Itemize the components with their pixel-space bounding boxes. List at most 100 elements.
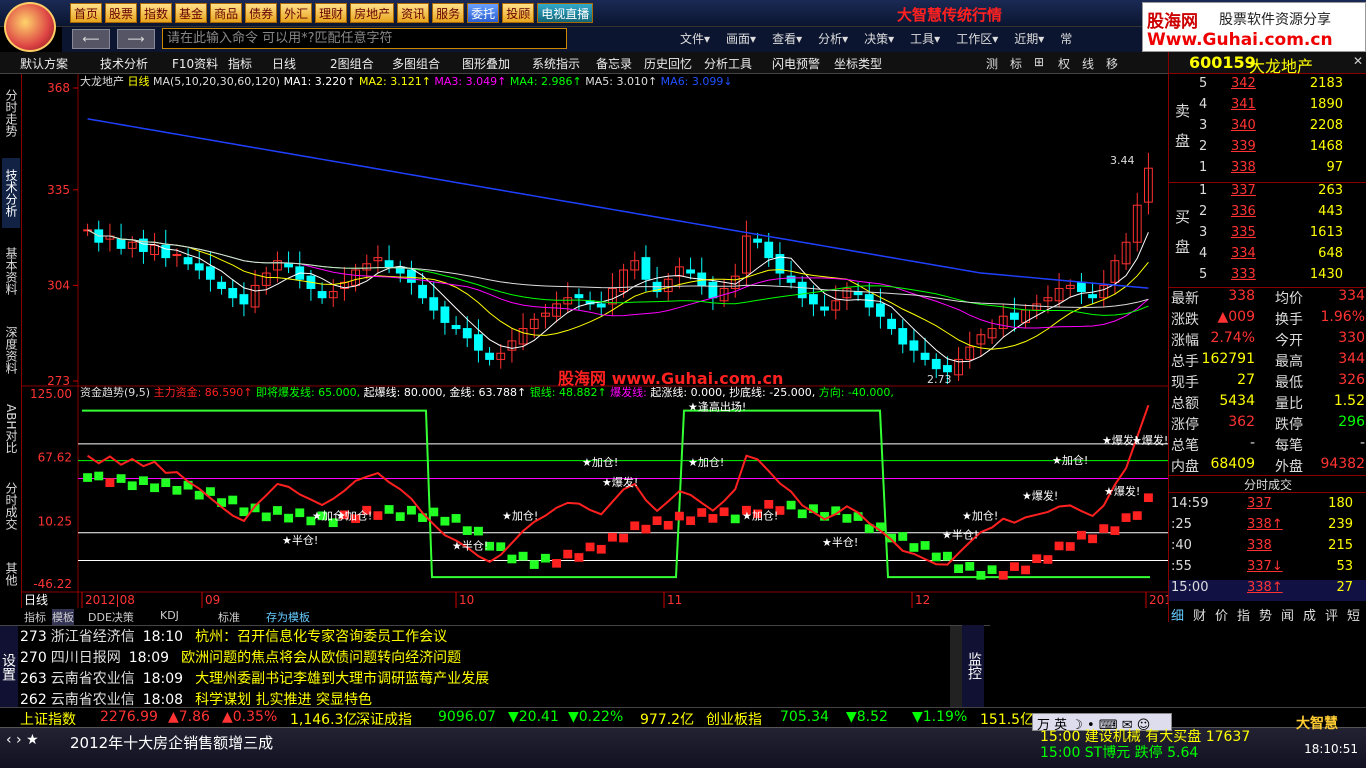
bottom-tab-1[interactable]: 模板: [52, 609, 74, 625]
menu-item-0[interactable]: 首页: [70, 3, 103, 23]
back-button[interactable]: ⟵: [72, 29, 110, 49]
tick-row[interactable]: :55 337↓ 53: [1169, 559, 1366, 580]
toolbar-13[interactable]: 坐标类型: [834, 55, 882, 72]
bottom-tab-3[interactable]: KDJ: [160, 609, 179, 622]
menu-item-13[interactable]: 电视直播: [537, 3, 594, 23]
menu-item-11[interactable]: 委托: [467, 3, 500, 23]
top-menu-6[interactable]: 工作区▾: [956, 30, 998, 47]
left-tab-0[interactable]: 分时走势: [2, 78, 20, 148]
menu-item-10[interactable]: 服务: [432, 3, 465, 23]
tick-row[interactable]: :40 338 215: [1169, 538, 1366, 559]
menu-item-7[interactable]: 理财: [315, 3, 348, 23]
headline-text[interactable]: 2012年十大房企销售额增三成: [70, 732, 273, 753]
left-tab-2[interactable]: 基本资料: [2, 232, 20, 310]
ticker-item[interactable]: ▼8.52: [846, 709, 888, 725]
tick-row[interactable]: 14:59 337 180: [1169, 496, 1366, 517]
menu-item-1[interactable]: 股票: [105, 3, 138, 23]
top-menu-7[interactable]: 近期▾: [1014, 30, 1044, 47]
ticker-item[interactable]: ▼1.19%: [912, 709, 967, 725]
ticker-item[interactable]: ▼20.41: [508, 709, 559, 725]
close-icon[interactable]: ✕: [1353, 54, 1363, 68]
ticker-item[interactable]: 2276.99: [100, 709, 158, 725]
ticker-item[interactable]: 705.34: [780, 709, 829, 725]
app-logo[interactable]: [4, 2, 56, 52]
top-menu-4[interactable]: 决策▾: [864, 30, 894, 47]
alert-2[interactable]: 15:00 ST博元 跌停 5.64: [1040, 742, 1198, 762]
toolbar-6[interactable]: 多图组合: [392, 55, 440, 72]
right-tab-7[interactable]: 评: [1325, 605, 1338, 624]
left-tab-4[interactable]: ABH对比: [2, 392, 20, 466]
toolbar-right-3[interactable]: 权: [1058, 55, 1070, 72]
toolbar-2[interactable]: F10资料: [172, 55, 218, 72]
right-tab-0[interactable]: 细: [1171, 605, 1184, 624]
right-tab-4[interactable]: 势: [1259, 605, 1272, 624]
menu-item-5[interactable]: 债券: [245, 3, 278, 23]
menu-item-9[interactable]: 资讯: [397, 3, 430, 23]
top-menu-2[interactable]: 查看▾: [772, 30, 802, 47]
ask-row[interactable]: 3 340 2208: [1169, 118, 1366, 139]
left-tab-6[interactable]: 其他: [2, 546, 20, 602]
ask-row[interactable]: 5 342 2183: [1169, 76, 1366, 97]
left-tab-1[interactable]: 技术分析: [2, 158, 20, 228]
right-tab-1[interactable]: 财: [1193, 605, 1206, 624]
bottom-tab-2[interactable]: DDE决策: [88, 609, 134, 625]
ticker-item[interactable]: ▼0.22%: [568, 709, 623, 725]
command-input[interactable]: 请在此输入命令 可以用*?匹配任意字符: [162, 28, 567, 49]
toolbar-12[interactable]: 闪电预警: [772, 55, 820, 72]
toolbar-right-0[interactable]: 测: [986, 55, 998, 72]
news-item[interactable]: 273 浙江省经济信 18:10 杭州：召开信息化专家咨询委员工作会议: [20, 626, 447, 646]
ticker-item[interactable]: 1,146.3亿: [290, 709, 357, 729]
toolbar-0[interactable]: 默认方案: [20, 55, 68, 72]
menu-item-3[interactable]: 基金: [175, 3, 208, 23]
menu-item-12[interactable]: 投顾: [502, 3, 535, 23]
ticker-item[interactable]: 上证指数: [20, 709, 76, 729]
ticker-item[interactable]: 151.5亿: [980, 709, 1034, 729]
ask-row[interactable]: 1 338 97: [1169, 160, 1366, 181]
toolbar-4[interactable]: 日线: [272, 55, 296, 72]
bid-row[interactable]: 4 334 648: [1169, 246, 1366, 267]
left-tab-3[interactable]: 深度资料: [2, 314, 20, 386]
left-tab-5[interactable]: 分时成交: [2, 472, 20, 540]
news-item[interactable]: 262 云南省农业信 18:08 科学谋划 扎实推进 突显特色: [20, 689, 372, 709]
top-menu-8[interactable]: 常: [1060, 30, 1072, 47]
monitor-tab[interactable]: 监控: [962, 625, 984, 707]
ad-banner[interactable]: 股海网 股票软件资源分享 Www.Guhai.com.cn: [1142, 2, 1366, 52]
bid-row[interactable]: 2 336 443: [1169, 204, 1366, 225]
right-tab-6[interactable]: 成: [1303, 605, 1316, 624]
toolbar-right-4[interactable]: 线: [1082, 55, 1094, 72]
bid-row[interactable]: 3 335 1613: [1169, 225, 1366, 246]
menu-item-8[interactable]: 房地产: [350, 3, 395, 23]
toolbar-7[interactable]: 图形叠加: [462, 55, 510, 72]
toolbar-9[interactable]: 备忘录: [596, 55, 632, 72]
news-scrollbar[interactable]: [950, 626, 962, 708]
news-item[interactable]: 263 云南省农业信 18:09 大理州委副书记李雄到大理市调研蓝莓产业发展: [20, 668, 489, 688]
toolbar-right-2[interactable]: ⊞: [1034, 55, 1044, 69]
menu-item-2[interactable]: 指数: [140, 3, 173, 23]
tick-row[interactable]: 15:00 338↑ 27: [1169, 580, 1366, 601]
period-label[interactable]: 日线: [24, 593, 48, 607]
toolbar-10[interactable]: 历史回忆: [644, 55, 692, 72]
ask-row[interactable]: 2 339 1468: [1169, 139, 1366, 160]
toolbar-3[interactable]: 指标: [228, 55, 252, 72]
news-nav-icons[interactable]: ‹ › ★: [6, 732, 39, 748]
toolbar-8[interactable]: 系统指示: [532, 55, 580, 72]
bottom-tab-5[interactable]: 存为模板: [266, 609, 310, 625]
toolbar-5[interactable]: 2图组合: [330, 55, 374, 72]
top-menu-0[interactable]: 文件▾: [680, 30, 710, 47]
top-menu-1[interactable]: 画面▾: [726, 30, 756, 47]
top-menu-5[interactable]: 工具▾: [910, 30, 940, 47]
toolbar-11[interactable]: 分析工具: [704, 55, 752, 72]
tick-row[interactable]: :25 338↑ 239: [1169, 517, 1366, 538]
ask-row[interactable]: 4 341 1890: [1169, 97, 1366, 118]
right-tab-2[interactable]: 价: [1215, 605, 1228, 624]
right-tab-3[interactable]: 指: [1237, 605, 1250, 624]
ticker-item[interactable]: 9096.07: [438, 709, 496, 725]
bottom-tab-4[interactable]: 标准: [218, 609, 240, 625]
bid-row[interactable]: 5 333 1430: [1169, 267, 1366, 288]
bottom-tab-0[interactable]: 指标: [24, 609, 46, 625]
ticker-item[interactable]: 977.2亿: [640, 709, 694, 729]
toolbar-right-1[interactable]: 标: [1010, 55, 1022, 72]
ticker-item[interactable]: ▲7.86: [168, 709, 210, 725]
right-tab-8[interactable]: 短: [1347, 605, 1360, 624]
menu-item-6[interactable]: 外汇: [280, 3, 313, 23]
